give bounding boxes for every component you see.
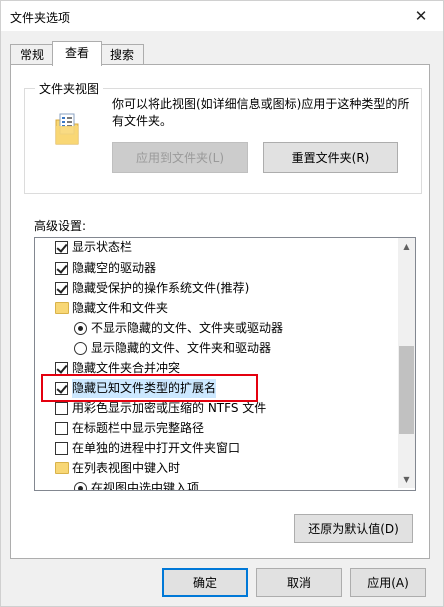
apply-to-folders-button[interactable]: 应用到文件夹(L) xyxy=(112,142,248,173)
scroll-down-button[interactable]: ▼ xyxy=(398,471,415,488)
folder-icon xyxy=(55,302,69,314)
apply-button[interactable]: 应用(A) xyxy=(350,568,426,597)
close-button[interactable]: ✕ xyxy=(399,1,443,31)
restore-defaults-button[interactable]: 还原为默认值(D) xyxy=(294,514,413,543)
tab-search[interactable]: 搜索 xyxy=(100,44,144,65)
scroll-thumb[interactable] xyxy=(399,346,414,434)
checkbox[interactable] xyxy=(55,442,68,455)
close-icon: ✕ xyxy=(414,7,428,25)
folder-view-icon xyxy=(55,113,79,145)
cancel-button[interactable]: 取消 xyxy=(256,568,342,597)
folder-options-dialog: 文件夹选项 ✕ 常规 查看 搜索 文件夹视图 你可以将此视图(如详细信息或图标)… xyxy=(0,0,444,607)
tab-general[interactable]: 常规 xyxy=(10,44,54,65)
scroll-up-button[interactable]: ▲ xyxy=(398,238,415,255)
list-scrollbar[interactable]: ▲ ▼ xyxy=(398,238,415,488)
advanced-settings-label: 高级设置: xyxy=(34,219,87,233)
folder-views-description: 你可以将此视图(如详细信息或图标)应用于这种类型的所有文件夹。 xyxy=(112,97,410,128)
chevron-up-icon: ▲ xyxy=(403,242,410,251)
title-bar: 文件夹选项 ✕ xyxy=(1,1,443,31)
hide-extensions-checkbox[interactable] xyxy=(55,382,68,395)
chevron-down-icon: ▼ xyxy=(403,475,410,484)
checkbox[interactable] xyxy=(55,402,68,415)
checkbox[interactable] xyxy=(55,262,68,275)
window-title: 文件夹选项 xyxy=(10,11,71,25)
radio-button[interactable] xyxy=(74,322,87,335)
ok-button[interactable]: 确定 xyxy=(162,568,248,597)
folder-icon xyxy=(55,462,69,474)
advanced-settings-list[interactable]: 显示状态栏 隐藏空的驱动器 隐藏受保护的操作系统文件(推荐) 隐藏文件和文件夹 … xyxy=(34,237,416,491)
reset-folders-button[interactable]: 重置文件夹(R) xyxy=(263,142,398,173)
radio-button[interactable] xyxy=(74,482,87,490)
checkbox[interactable] xyxy=(55,422,68,435)
checkbox[interactable] xyxy=(55,282,68,295)
tab-view[interactable]: 查看 xyxy=(52,41,102,66)
checkbox[interactable] xyxy=(55,362,68,375)
checkbox[interactable] xyxy=(55,241,68,254)
radio-button[interactable] xyxy=(74,342,87,355)
folder-views-label: 文件夹视图 xyxy=(35,80,104,97)
